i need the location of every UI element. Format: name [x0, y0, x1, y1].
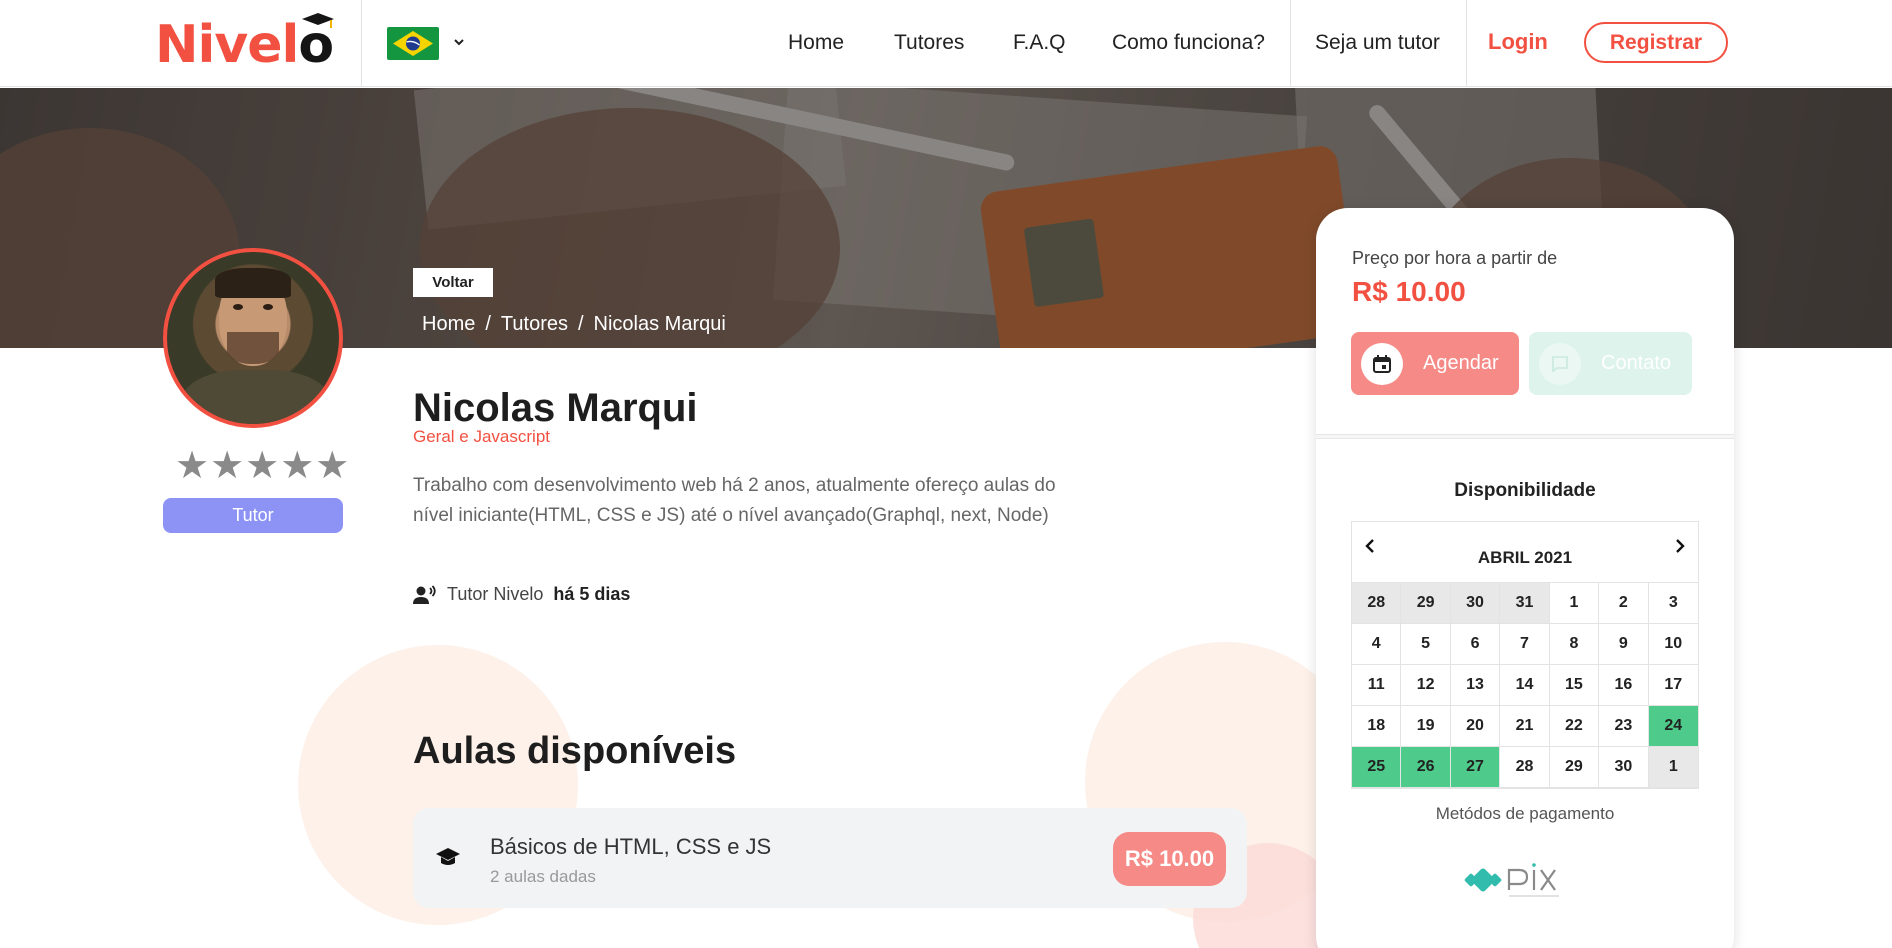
header-divider: [361, 0, 362, 87]
calendar-month: ABRIL 2021: [1477, 548, 1573, 567]
calendar-day-outside[interactable]: 28: [1352, 583, 1402, 624]
card-divider: [1316, 434, 1734, 439]
tutor-avatar: [163, 248, 343, 428]
breadcrumb-tutores[interactable]: Tutores: [501, 313, 568, 336]
calendar-day[interactable]: 1: [1549, 583, 1600, 624]
chevron-right-icon[interactable]: [1670, 536, 1690, 556]
tutor-bio: Trabalho com desenvolvimento web há 2 an…: [413, 475, 1056, 526]
nav-tutores[interactable]: Tutores: [894, 31, 964, 55]
hourly-price: R$ 10.00: [1352, 276, 1466, 307]
calendar-day-outside[interactable]: 1: [1648, 747, 1698, 788]
login-link[interactable]: Login: [1488, 29, 1548, 55]
tutor-name: Nicolas Marqui: [413, 386, 698, 430]
course-card[interactable]: Básicos de HTML, CSS e JS 2 aulas dadas …: [413, 808, 1247, 908]
calendar-day[interactable]: 21: [1500, 706, 1550, 747]
tutor-since: Tutor Nivelo há 5 dias: [413, 584, 630, 605]
calendar-day[interactable]: 22: [1549, 706, 1600, 747]
calendar-day-outside[interactable]: 29: [1401, 583, 1451, 624]
role-badge: Tutor: [163, 498, 343, 533]
tutor-subject: Geral e Javascript: [413, 427, 550, 446]
since-value: há 5 dias: [553, 584, 631, 604]
top-navbar: Nivel o Home Tutores F.A.Q Como funciona…: [0, 0, 1892, 87]
calendar-day-available[interactable]: 25: [1352, 747, 1402, 788]
classes-title: Aulas disponíveis: [413, 730, 737, 772]
calendar-day[interactable]: 13: [1450, 665, 1501, 706]
contact-button[interactable]: Contato: [1529, 332, 1692, 395]
calendar-day-outside[interactable]: 31: [1500, 583, 1550, 624]
calendar-day[interactable]: 29: [1549, 747, 1600, 788]
calendar-day[interactable]: 9: [1599, 624, 1649, 665]
schedule-label: Agendar: [1423, 352, 1499, 374]
calendar-day[interactable]: 30: [1599, 747, 1649, 788]
payment-methods-label: Metódos de pagamento: [1435, 804, 1615, 823]
calendar-day[interactable]: 11: [1352, 665, 1402, 706]
calendar-day[interactable]: 15: [1549, 665, 1600, 706]
breadcrumb-home[interactable]: Home: [422, 313, 475, 336]
nav-como-funciona[interactable]: Como funciona?: [1112, 31, 1265, 55]
calendar-day-available[interactable]: 26: [1401, 747, 1451, 788]
nav-seja-um-tutor[interactable]: Seja um tutor: [1315, 31, 1440, 55]
graduation-cap-icon: [436, 848, 460, 865]
calendar-day[interactable]: 19: [1401, 706, 1451, 747]
calendar-day[interactable]: 12: [1401, 665, 1451, 706]
breadcrumb-separator: /: [577, 313, 584, 335]
calendar-header: ABRIL 2021: [1352, 522, 1698, 582]
calendar-day-available[interactable]: 27: [1450, 747, 1501, 788]
since-label: Tutor Nivelo: [447, 584, 544, 604]
rating-stars: ★★★★★: [175, 445, 351, 487]
logo-o: o: [298, 13, 335, 71]
course-title: Básicos de HTML, CSS e JS: [490, 834, 772, 859]
back-button[interactable]: Voltar: [413, 268, 493, 297]
calendar-day[interactable]: 3: [1648, 583, 1698, 624]
calendar-day[interactable]: 28: [1500, 747, 1550, 788]
availability-title: Disponibilidade: [1454, 480, 1596, 501]
header-divider: [1290, 0, 1291, 87]
pix-logo: [1464, 863, 1559, 897]
calendar-day[interactable]: 2: [1599, 583, 1649, 624]
logo-text: Nivel: [155, 15, 299, 75]
calendar-day[interactable]: 14: [1500, 665, 1550, 706]
booking-card: Preço por hora a partir de R$ 10.00 Agen…: [1316, 208, 1734, 948]
calendar-day[interactable]: 8: [1549, 624, 1600, 665]
course-subtitle: 2 aulas dadas: [490, 867, 596, 886]
availability-calendar: ABRIL 2021 28 29 30 31 1 2 3 4 5 6 7 8 9 10 11 12 13 14 15…: [1351, 521, 1699, 789]
breadcrumb-separator: /: [485, 313, 491, 335]
calendar-day[interactable]: 16: [1599, 665, 1649, 706]
calendar-day[interactable]: 23: [1599, 706, 1649, 747]
schedule-button[interactable]: Agendar: [1351, 332, 1519, 395]
calendar-day[interactable]: 7: [1500, 624, 1550, 665]
price-label: Preço por hora a partir de: [1352, 248, 1558, 268]
calendar-day-outside[interactable]: 30: [1450, 583, 1501, 624]
chat-icon: [1539, 342, 1581, 385]
contact-label: Contato: [1601, 352, 1672, 374]
chevron-down-icon[interactable]: [452, 35, 466, 49]
calendar-day[interactable]: 18: [1352, 706, 1402, 747]
graduation-cap-icon: [302, 13, 335, 28]
nivelo-logo[interactable]: Nivel o: [155, 13, 335, 75]
speaking-person-icon: [413, 584, 436, 604]
course-price[interactable]: R$ 10.00: [1113, 832, 1226, 886]
breadcrumb: Home / Tutores / Nicolas Marqui: [422, 313, 726, 336]
brazil-flag-icon[interactable]: [387, 27, 439, 60]
page: Nivel o Home Tutores F.A.Q Como funciona…: [0, 0, 1892, 948]
nav-faq[interactable]: F.A.Q: [1013, 31, 1066, 55]
calendar-day[interactable]: 6: [1450, 624, 1501, 665]
breadcrumb-current: Nicolas Marqui: [593, 313, 726, 335]
calendar-day[interactable]: 10: [1648, 624, 1698, 665]
calendar-day[interactable]: 5: [1401, 624, 1451, 665]
calendar-day[interactable]: 4: [1352, 624, 1402, 665]
calendar-icon: [1361, 342, 1403, 385]
nav-home[interactable]: Home: [788, 31, 844, 55]
calendar-grid: 28 29 30 31 1 2 3 4 5 6 7 8 9 10 11 12 13 14 15 16 17 18 19 20 2…: [1352, 582, 1698, 788]
calendar-day-available[interactable]: 24: [1648, 706, 1698, 747]
register-button[interactable]: Registrar: [1584, 22, 1728, 63]
header-divider: [1466, 0, 1467, 87]
calendar-day[interactable]: 17: [1648, 665, 1698, 706]
calendar-day[interactable]: 20: [1450, 706, 1501, 747]
